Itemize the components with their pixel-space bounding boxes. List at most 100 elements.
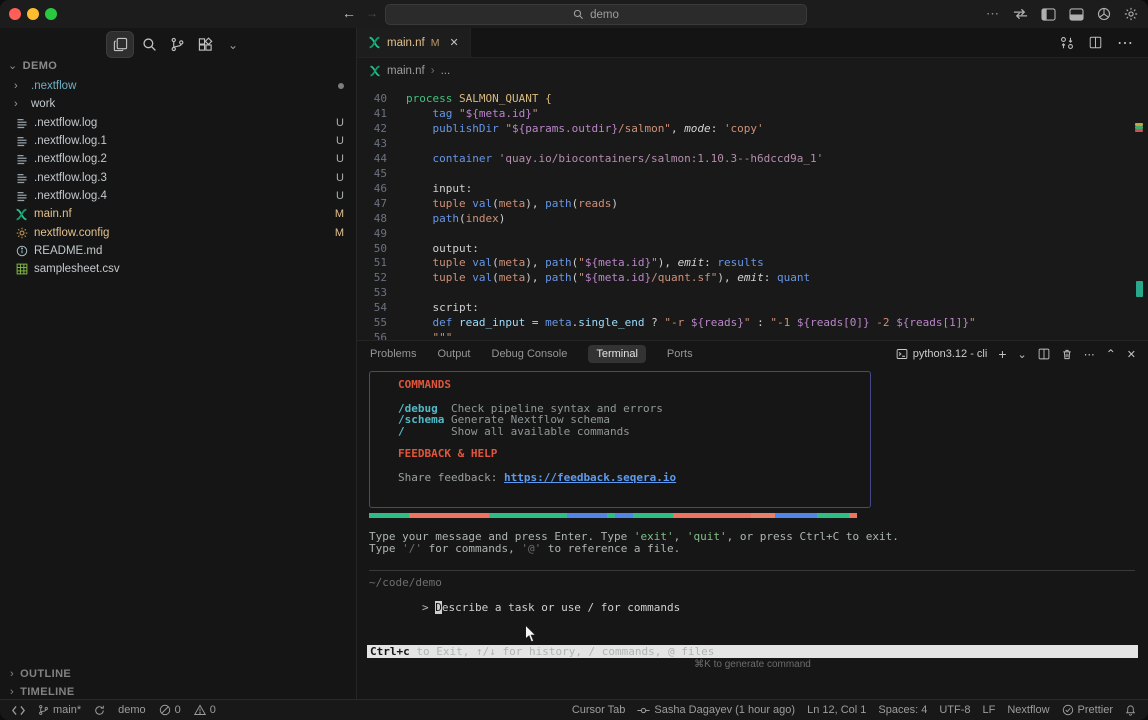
copilot-icon[interactable] (1097, 7, 1111, 21)
minimize-window-button[interactable] (27, 8, 39, 20)
log-file-icon (14, 190, 29, 202)
status-item-main-[interactable]: main* (38, 704, 81, 716)
status-item-sync[interactable] (94, 705, 105, 716)
code-line: 44 container 'quay.io/biocontainers/salm… (357, 152, 1148, 167)
navigate-forward-icon[interactable]: → (366, 6, 378, 20)
new-terminal-icon[interactable]: + (998, 346, 1006, 362)
code-line: 51 tuple val(meta), path("${meta.id}"), … (357, 256, 1148, 271)
more-actions-icon[interactable]: ⋯ (1084, 348, 1095, 361)
chevron-down-icon[interactable]: ⌄ (1018, 348, 1027, 361)
panel-tab-bar: Problems Output Debug Console Terminal Ports… (357, 341, 1148, 367)
status-item-lf[interactable]: LF (983, 704, 996, 716)
terminal-shell-selector[interactable]: python3.12 - cli (896, 348, 988, 360)
close-window-button[interactable] (9, 8, 21, 20)
prompt-placeholder: escribe a task or use / for commands (442, 601, 680, 614)
panel-tab-problems[interactable]: Problems (370, 348, 416, 360)
outline-section[interactable]: › OUTLINE (0, 665, 356, 683)
tree-item--nextflow[interactable]: ›.nextflow (0, 77, 356, 95)
breadcrumb-tail[interactable]: ... (441, 65, 451, 77)
sync-icon (94, 705, 105, 716)
tree-item--nextflow-log-2[interactable]: .nextflow.log.2U (0, 150, 356, 168)
tree-item-README-md[interactable]: README.md (0, 242, 356, 260)
panel-tab-output[interactable]: Output (437, 348, 470, 360)
tree-item--nextflow-log[interactable]: .nextflow.logU (0, 114, 356, 132)
file-label: nextflow.config (34, 227, 109, 239)
line-number: 49 (357, 227, 387, 242)
line-number: 41 (357, 107, 387, 122)
toggle-sidebar-icon[interactable] (1041, 8, 1056, 21)
terminal-hint-line: Type '/' for commands, '@' to reference … (369, 542, 680, 555)
panel-tab-ports[interactable]: Ports (667, 348, 693, 360)
tree-item-samplesheet-csv[interactable]: samplesheet.csv (0, 260, 356, 278)
explorer-section-header[interactable]: ⌄ DEMO (8, 59, 57, 72)
terminal-content[interactable]: COMMANDS /debugCheck pipeline syntax and… (357, 367, 1148, 720)
code-editor[interactable]: 40process SALMON_QUANT {41 tag "${meta.i… (357, 83, 1148, 368)
breadcrumb[interactable]: main.nf › ... (357, 58, 1148, 84)
status-item-0[interactable]: 0 (159, 704, 181, 716)
split-terminal-icon[interactable] (1038, 348, 1050, 360)
tree-item-main-nf[interactable]: main.nfM (0, 205, 356, 223)
tree-item--nextflow-log-1[interactable]: .nextflow.log.1U (0, 132, 356, 150)
scrollbar-thumb[interactable] (1136, 281, 1143, 297)
cli-shortcut-bar: Ctrl+c to Exit, ↑/↓ for history, / comma… (367, 645, 1138, 658)
chevron-right-icon: › (10, 686, 14, 698)
maximize-panel-icon[interactable]: ⌃ (1106, 347, 1116, 361)
search-value: demo (590, 9, 619, 21)
split-editor-icon[interactable] (1089, 36, 1102, 49)
gear-file-icon (14, 227, 29, 239)
status-item-bell[interactable] (1125, 704, 1136, 716)
tree-item--nextflow-log-3[interactable]: .nextflow.log.3U (0, 168, 356, 186)
status-item-utf-8[interactable]: UTF-8 (939, 704, 970, 716)
status-item-ln-12-col-1[interactable]: Ln 12, Col 1 (807, 704, 866, 716)
status-item-prettier[interactable]: Prettier (1062, 704, 1113, 716)
feedback-link[interactable]: https://feedback.seqera.io (504, 471, 676, 484)
tab-main-nf[interactable]: main.nf M ✕ (357, 28, 471, 57)
zoom-window-button[interactable] (45, 8, 57, 20)
settings-gear-icon[interactable] (1124, 7, 1138, 21)
search-sidebar-icon[interactable] (136, 32, 162, 57)
git-status-badge: U (336, 135, 344, 147)
extensions-icon[interactable] (192, 32, 218, 57)
file-label: .nextflow.log.3 (34, 172, 107, 184)
explorer-icon[interactable] (106, 31, 134, 58)
status-item-sasha-dagayev-1-hour-ago-[interactable]: Sasha Dagayev (1 hour ago) (637, 704, 795, 716)
breadcrumb-file[interactable]: main.nf (387, 65, 425, 77)
status-item-spaces-4[interactable]: Spaces: 4 (878, 704, 927, 716)
kill-terminal-icon[interactable] (1061, 348, 1073, 361)
toggle-panel-icon[interactable] (1069, 8, 1084, 21)
chevron-down-icon[interactable]: ⌄ (220, 32, 246, 57)
more-actions-icon[interactable]: ⋯ (986, 6, 1000, 22)
status-item-cursor-tab[interactable]: Cursor Tab (572, 704, 626, 716)
status-item-demo[interactable]: demo (118, 704, 146, 716)
panel-tab-debug-console[interactable]: Debug Console (492, 348, 568, 360)
sync-arrows-icon[interactable] (1013, 8, 1028, 20)
line-number: 44 (357, 152, 387, 167)
tree-item--nextflow-log-4[interactable]: .nextflow.log.4U (0, 187, 356, 205)
feedback-line: Share feedback: https://feedback.seqera.… (398, 472, 870, 484)
source-control-icon[interactable] (164, 32, 190, 57)
cli-prompt-input[interactable]: > Describe a task or use / for commands (369, 588, 680, 627)
status-item-0[interactable]: 0 (194, 704, 216, 716)
code-line: 40process SALMON_QUANT { (357, 92, 1148, 107)
nextflow-file-icon (14, 208, 29, 221)
chevron-right-icon: › (10, 668, 14, 680)
panel-tab-terminal[interactable]: Terminal (588, 345, 646, 363)
vscode-window: ← → demo ⋯ (0, 0, 1148, 720)
tree-item-work[interactable]: ›work (0, 95, 356, 113)
remote-icon (12, 705, 25, 716)
tree-item-nextflow-config[interactable]: nextflow.configM (0, 223, 356, 241)
close-panel-icon[interactable]: ✕ (1127, 348, 1136, 361)
file-tree: ›.nextflow›work.nextflow.logU.nextflow.l… (0, 77, 356, 278)
open-changes-icon[interactable] (1060, 36, 1074, 50)
chevron-right-icon: › (14, 98, 26, 110)
code-line: 42 publishDir "${params.outdir}/salmon",… (357, 122, 1148, 137)
status-item-nextflow[interactable]: Nextflow (1007, 704, 1049, 716)
code-line: 45 (357, 167, 1148, 182)
navigate-back-icon[interactable]: ← (342, 5, 356, 21)
more-actions-icon[interactable]: ⋯ (1117, 33, 1134, 53)
activity-bar: ⌄ (106, 31, 246, 58)
command-center-search[interactable]: demo (385, 4, 807, 25)
code-line: 49 (357, 227, 1148, 242)
status-item-remote[interactable] (12, 705, 25, 716)
tab-close-icon[interactable]: ✕ (449, 36, 458, 49)
